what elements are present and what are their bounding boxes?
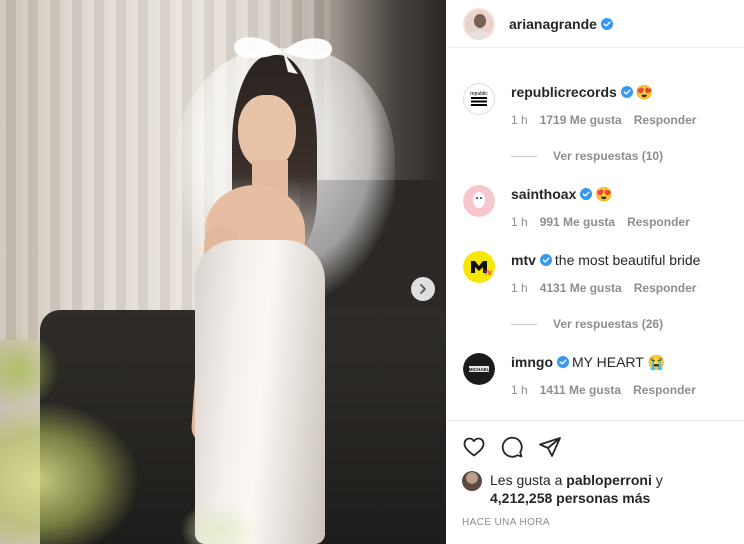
commenter-avatar[interactable]: republic [463,83,495,115]
heart-icon[interactable] [462,435,486,459]
reply-button[interactable]: Responder [634,113,697,127]
comment-username[interactable]: imngo [511,354,553,370]
view-replies-button[interactable]: Ver respuestas (10) [511,149,744,163]
author-username[interactable]: arianagrande [509,16,597,32]
comments-list: republic republicrecords 😍 1 h 1719 Me gu… [446,83,744,397]
likes-count[interactable]: 4,212,258 personas más [490,490,650,506]
reply-button[interactable]: Responder [633,383,696,397]
plant-leaves [0,330,60,410]
svg-text:republic: republic [470,91,488,97]
comment-text: the most beautiful bride [554,252,701,268]
verified-badge-icon [539,254,552,266]
view-replies-button[interactable]: Ver respuestas (26) [511,317,744,331]
post-header: arianagrande [446,0,744,48]
comment-time[interactable]: 1 h [511,383,528,397]
bow [233,37,333,74]
liker-username[interactable]: pabloperroni [566,472,652,488]
post-timestamp[interactable]: HACE UNA HORA [462,517,728,528]
verified-badge-icon [620,86,633,98]
reply-button[interactable]: Responder [627,215,690,229]
author-avatar[interactable] [463,7,495,40]
comment-likes[interactable]: 1411 Me gusta [540,383,621,397]
liker-avatar[interactable] [462,471,482,491]
comment-meta: 1 h 4131 Me gusta Responder [511,281,744,295]
share-icon[interactable] [538,435,562,459]
svg-text:MICHAEL: MICHAEL [469,367,490,372]
commenter-avatar[interactable] [463,185,495,217]
comment-text: MY HEART 😭 [572,354,665,370]
comment-username[interactable]: mtv [511,252,536,268]
comment-likes[interactable]: 1719 Me gusta [540,113,622,127]
verified-badge-icon [580,188,593,200]
face [238,95,296,170]
comment-text: 😍 [635,84,654,100]
comment-username[interactable]: sainthoax [511,186,576,202]
reply-button[interactable]: Responder [634,281,697,295]
comment-item: sainthoax 😍 1 h 991 Me gusta Responder [463,185,744,229]
comment-time[interactable]: 1 h [511,281,528,295]
likes-joiner: y [655,472,663,488]
commenter-avatar[interactable]: MICHAEL [463,353,495,385]
post-actions: Les gusta a pabloperroni y 4,212,258 per… [446,420,744,528]
plant-leaves [180,500,260,544]
wedding-dress [195,240,325,544]
commenter-avatar[interactable]: TV [463,251,495,283]
next-photo-button[interactable] [411,277,435,301]
comment-username[interactable]: republicrecords [511,84,617,100]
comment-item: republic republicrecords 😍 1 h 1719 Me gu… [463,83,744,163]
comment-icon[interactable] [500,435,524,459]
comment-meta: 1 h 1719 Me gusta Responder [511,113,744,127]
verified-badge-icon [557,356,569,368]
comment-meta: 1 h 1411 Me gusta Responder [511,383,744,397]
post-photo[interactable] [0,0,446,544]
comment-item: TV mtv the most beautiful bride 1 h 4131 … [463,251,744,331]
likes-summary: Les gusta a pabloperroni y 4,212,258 per… [462,471,728,507]
comment-likes[interactable]: 991 Me gusta [540,215,615,229]
comment-likes[interactable]: 4131 Me gusta [540,281,622,295]
verified-badge-icon [600,17,613,30]
plant-leaves [0,400,140,544]
comment-time[interactable]: 1 h [511,113,528,127]
comment-time[interactable]: 1 h [511,215,528,229]
post-sidebar: arianagrande republic republicrecords 😍 [446,0,744,544]
svg-text:TV: TV [484,271,492,277]
next-arrow-icon [420,284,426,294]
comment-item: MICHAEL imngo MY HEART 😭 1 h 1411 Me gust… [463,353,744,397]
likes-prefix: Les gusta a [490,472,563,488]
comment-text: 😍 [595,186,613,202]
comment-meta: 1 h 991 Me gusta Responder [511,215,744,229]
